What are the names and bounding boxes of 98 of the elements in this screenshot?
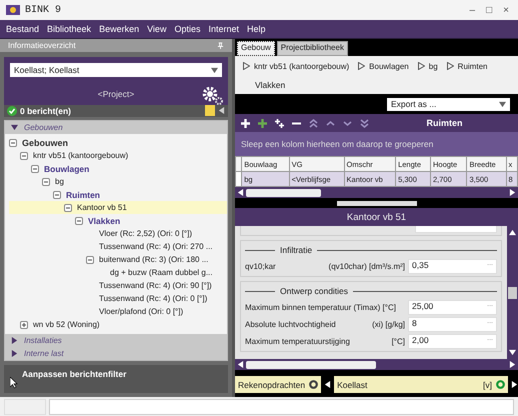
triangle-icon (358, 62, 366, 70)
check-icon (7, 106, 17, 116)
menu-item[interactable]: Internet (208, 24, 239, 34)
panel-title: Informatieoverzicht (8, 41, 76, 50)
collapse-icon[interactable] (75, 216, 83, 224)
tree-item[interactable]: Tussenwand (Rc: 4) (Ori: 90 [°]) (9, 279, 227, 292)
collapse-icon[interactable] (86, 256, 94, 264)
scroll-left-icon[interactable] (237, 361, 244, 368)
window-control[interactable]: □ (483, 4, 496, 16)
triangle-icon (243, 62, 250, 70)
next-icon[interactable] (511, 381, 518, 388)
tree-item[interactable]: Tussenwand (Rc: 4) (Ori: 0 [°]) (9, 292, 227, 305)
tree-item[interactable]: Vloer (Rc: 2,52) (Ori: 0 [°]) (9, 227, 227, 240)
section-title: Ontwerp condities (280, 286, 348, 296)
tab[interactable]: Gebouw (237, 41, 275, 56)
triangle-icon (418, 62, 425, 70)
collapse-arrow-icon[interactable] (218, 107, 225, 114)
ring-icon (309, 380, 318, 389)
collapse-icon[interactable] (42, 178, 50, 186)
tree-item[interactable]: Ruimten (9, 188, 227, 201)
filter-label[interactable]: Aanpassen berichtenfilter (22, 369, 126, 379)
field-label: qv10;kar (245, 262, 277, 270)
add-multiple-icon[interactable] (274, 118, 285, 128)
breadcrumb-link[interactable]: bg (418, 62, 438, 70)
caret-icon[interactable] (499, 100, 506, 108)
collapse-arrow-icon[interactable] (11, 124, 18, 131)
breadcrumb-link[interactable]: kntr vb51 (kantoorgebouw) (243, 62, 350, 70)
filter-icon[interactable] (205, 105, 215, 116)
message-count: 0 bericht(en) (20, 106, 72, 116)
field-unit: [°C] (392, 336, 405, 346)
section-header[interactable]: Gebouwen (5, 121, 227, 134)
tasks-button[interactable]: Rekenopdrachten (235, 376, 322, 393)
caret-icon[interactable] (211, 66, 218, 74)
expand-icon[interactable] (20, 320, 28, 328)
tree-item[interactable]: dg + buzw (Raam dubbel g... (9, 266, 227, 279)
section-header[interactable]: Installaties (5, 334, 227, 347)
grid-title: Ruimten (426, 118, 464, 128)
ring-icon (496, 380, 505, 389)
field-unit: (xi) [g/kg] (372, 320, 405, 328)
splitter-handle[interactable] (336, 200, 416, 206)
tree-item[interactable]: Kantoor vb 51 (9, 201, 227, 214)
collapse-icon[interactable] (31, 164, 39, 172)
window-control[interactable]: – (466, 4, 478, 16)
menu-item[interactable]: Bewerken (99, 24, 140, 34)
task-item[interactable]: Koellast [v] (334, 376, 508, 393)
scroll-up-icon[interactable] (509, 229, 516, 236)
move-bottom-icon[interactable] (359, 118, 370, 128)
window-control[interactable]: × (500, 4, 512, 16)
window-title: BINK 9 (25, 4, 62, 16)
triangle-icon (446, 62, 454, 70)
tree-item[interactable]: Bouwlagen (9, 162, 227, 175)
menu-item[interactable]: Bestand (6, 24, 40, 34)
tree-item[interactable]: buitenwand (Rc: 3) (Ori: 180 ... (9, 253, 227, 266)
scroll-left-icon[interactable] (237, 189, 244, 196)
horizontal-scrollbar[interactable] (235, 359, 518, 370)
tree-item[interactable]: bg (9, 175, 227, 188)
breadcrumb-link[interactable]: Vlakken (255, 80, 286, 90)
move-top-icon[interactable] (308, 118, 319, 128)
menu-item[interactable]: Bibliotheek (47, 24, 92, 34)
scroll-right-icon[interactable] (509, 361, 516, 368)
app-icon (6, 5, 20, 15)
section-title: Infiltratie (280, 245, 312, 255)
menu-item[interactable]: Opties (174, 24, 200, 34)
field-label: Maximum temperatuurstijging (245, 336, 351, 346)
breadcrumb-link[interactable]: Bouwlagen (358, 62, 409, 70)
scroll-down-icon[interactable] (509, 349, 516, 356)
project-label: <Project> (98, 88, 134, 99)
menu-item[interactable]: View (147, 24, 166, 34)
tree-item[interactable]: Vloer/plafond (Ori: 0 [°]) (9, 305, 227, 318)
scroll-thumb[interactable] (508, 286, 517, 298)
pin-icon[interactable] (217, 42, 224, 50)
breadcrumb-link[interactable]: Ruimten (446, 62, 488, 70)
input-field[interactable] (415, 226, 497, 233)
previous-icon[interactable] (324, 381, 332, 388)
collapse-icon[interactable] (53, 190, 61, 198)
collapse-icon[interactable] (64, 204, 72, 212)
menu-item[interactable]: Help (247, 24, 266, 34)
settings-icon[interactable] (202, 86, 224, 106)
field-label: Maximum binnen temperatuur (Timax) [°C] (245, 302, 397, 312)
tree-item[interactable]: wn vb 52 (Woning) (9, 318, 227, 331)
export-dropdown[interactable]: Export as ... (387, 98, 510, 110)
tab[interactable]: Projectbibliotheek (276, 41, 348, 56)
scroll-right-icon[interactable] (509, 189, 516, 196)
detail-title: Kantoor vb 51 (346, 212, 406, 222)
horizontal-scrollbar[interactable] (235, 187, 518, 198)
tree-item[interactable]: Tussenwand (Rc: 4) (Ori: 270 ... (9, 240, 227, 253)
tree-item[interactable]: Gebouwen (9, 136, 227, 149)
group-hint: Sleep een kolom hierheen om daarop te groeperen (241, 139, 434, 149)
collapse-icon[interactable] (20, 152, 28, 160)
section-header[interactable]: Interne last (5, 347, 227, 360)
calculation-dropdown[interactable]: Koellast; Koellast (10, 63, 222, 78)
field-label: Absolute luchtvochtigheid (245, 320, 337, 328)
row-selector-header (236, 156, 242, 172)
collapse-icon[interactable] (9, 138, 17, 146)
tree-item[interactable]: kntr vb51 (kantoorgebouw) (9, 149, 227, 162)
field-unit: (qv10char) [dm³/s.m²] (328, 262, 405, 270)
tree-item[interactable]: Vlakken (9, 214, 227, 227)
cursor-icon (10, 377, 18, 389)
